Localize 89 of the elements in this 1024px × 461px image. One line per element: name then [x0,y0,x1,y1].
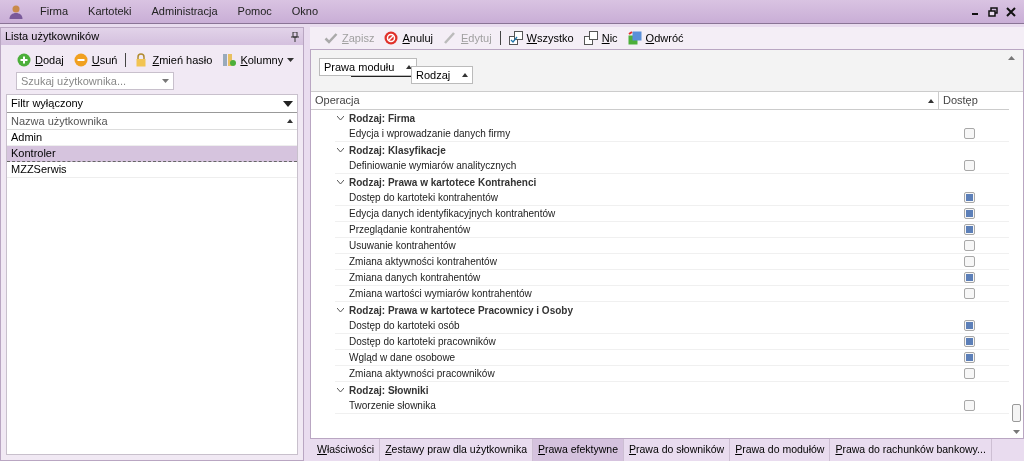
operation-cell-text: Wgląd w dane osobowe [348,351,457,365]
operation-cell-text: Edycja i wprowadzanie danych firmy [348,127,512,141]
empty-boxes-icon [583,31,598,45]
tab[interactable]: Prawa efektywne [533,439,624,461]
group-label: Rodzaj: Prawa w kartotece Kontrahenci [349,175,537,190]
operation-cell-text: Zmiana aktywności kontrahentów [348,255,498,269]
scroll-down-icon[interactable] [1012,430,1020,434]
tab[interactable]: Właściwości [312,439,381,461]
toolbar-button[interactable]: Wszystko [504,28,578,48]
checkbox[interactable] [963,272,975,283]
checkmark-icon [324,31,338,45]
operation-cell-text: Dostęp do kartoteki osób [348,319,461,333]
checkbox[interactable] [963,208,975,219]
group-toggle[interactable] [335,385,345,395]
pin-icon[interactable] [291,31,299,42]
checkbox[interactable] [963,256,975,267]
checkbox[interactable] [963,128,975,139]
operation-cell-text: Zmiana aktywności pracowników [348,367,496,381]
checkbox[interactable] [963,240,975,251]
panel-title: Lista użytkowników [5,29,100,45]
close-icon[interactable] [1006,6,1016,17]
checkbox[interactable] [963,352,975,363]
dropdown-icon [162,79,169,83]
checkbox[interactable] [963,368,975,379]
column-header[interactable]: Dostęp [939,92,1009,109]
user-row[interactable]: MZZSerwis [7,162,297,178]
group-label: Rodzaj: Słowniki [349,383,429,398]
toolbar-button[interactable]: Zmień hasło [130,50,217,70]
menu-item[interactable]: Okno [287,3,323,20]
checkbox[interactable] [963,336,975,347]
group-toggle[interactable] [335,145,345,155]
operation-cell-text: Edycja danych identyfikacyjnych kontrahentów [348,207,557,221]
column-header[interactable]: Nazwa użytkownika [7,113,297,130]
scroll-up-icon[interactable] [1008,56,1015,60]
sort-arrow-icon [406,65,413,69]
columns-icon [222,53,237,67]
checked-boxes-icon [508,31,523,45]
group-by-chip[interactable]: Prawa modułu [319,58,418,76]
tab[interactable]: Prawa do słowników [624,439,731,461]
group-label: Rodzaj: Prawa w kartotece Pracownicy i Osoby [349,303,573,318]
operation-cell-text: Definiowanie wymiarów analitycznych [348,159,518,173]
minus-icon [73,53,88,67]
checkbox[interactable] [963,224,975,235]
checkbox[interactable] [963,192,975,203]
tab[interactable]: Prawa do rachunków bankowy... [830,439,992,461]
group-toggle[interactable] [335,305,345,315]
sort-arrow-icon [928,98,934,103]
toolbar-button[interactable]: Kolumny [218,50,299,70]
checkbox[interactable] [963,288,975,299]
group-label: Rodzaj: Klasyfikacje [349,143,446,158]
padlock-icon [134,53,149,67]
toolbar-button[interactable]: Nic [579,28,622,48]
caret-icon [287,58,295,62]
operation-cell-text: Tworzenie słownika [348,399,437,413]
menu-item[interactable]: Administracja [147,3,222,20]
operation-cell-text: Zmiana danych kontrahentów [348,271,482,285]
checkbox[interactable] [963,400,975,411]
invert-boxes-icon [627,31,642,45]
operation-cell-text: Dostęp do kartoteki pracowników [348,335,497,349]
operation-cell-text: Usuwanie kontrahentów [348,239,457,253]
operation-cell-text: Zmiana wartości wymiarów kontrahentów [348,287,533,301]
menu-item[interactable]: Firma [36,3,73,20]
user-icon [8,3,24,20]
scrollbar-thumb[interactable] [1011,404,1021,422]
user-row[interactable]: Kontroler [7,146,297,162]
plus-icon [17,53,31,67]
search-field[interactable]: Szukaj użytkownika... [16,72,174,90]
toolbar-button[interactable]: Odwróć [623,28,688,48]
group-toggle[interactable] [335,177,345,187]
checkbox[interactable] [963,320,975,331]
menu-item[interactable]: Kartoteki [84,3,136,20]
operation-cell-text: Dostęp do kartoteki kontrahentów [348,191,499,205]
column-header[interactable]: Operacja [311,92,939,109]
checkbox[interactable] [963,160,975,171]
pencil-icon [443,31,457,45]
cancel-icon [384,31,399,45]
sort-arrow-icon [462,73,469,77]
tab[interactable]: Prawa do modułów [730,439,831,461]
operation-cell-text: Przeglądanie kontrahentów [348,223,472,237]
restore-icon[interactable] [988,6,998,17]
menu-item[interactable]: Pomoc [233,3,276,20]
sort-arrow-icon [287,119,293,123]
group-label: Rodzaj: Firma [349,111,416,126]
toolbar-button[interactable]: Dodaj [13,50,68,70]
toolbar-button[interactable]: Usuń [69,50,122,70]
toolbar-button[interactable]: Anuluj [380,28,437,48]
group-by-chip[interactable]: Rodzaj [411,66,474,84]
group-toggle[interactable] [335,113,345,123]
dropdown-icon [283,100,293,107]
